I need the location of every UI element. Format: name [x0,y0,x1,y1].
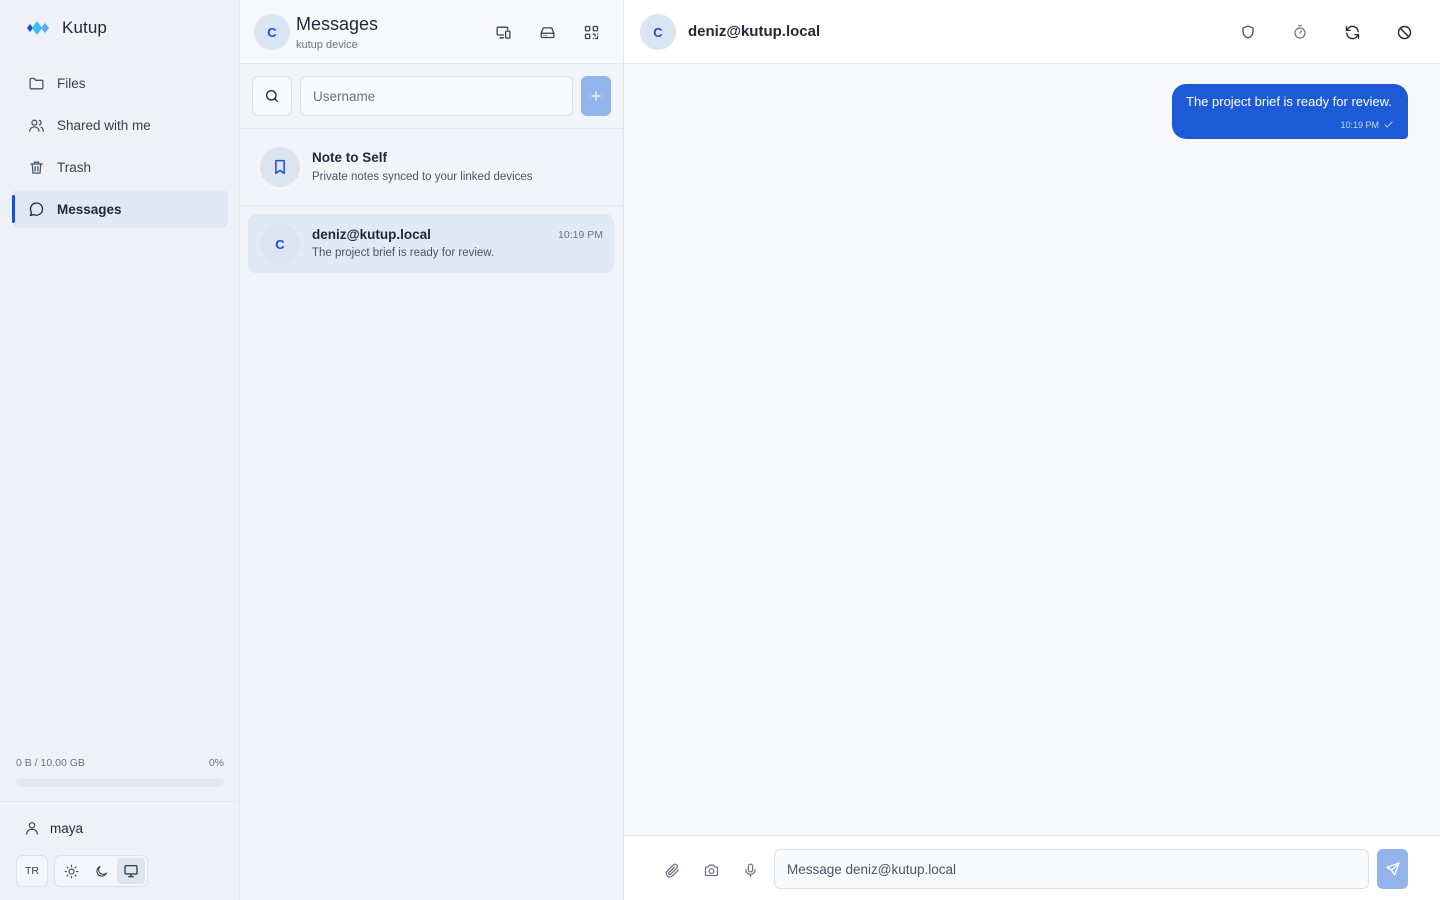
sidebar-divider [0,801,240,802]
storage-percent-label: 0% [208,757,224,769]
sidebar-item-label: Messages [57,201,122,217]
note-to-self-title: Note to Self [312,150,388,165]
message-time: 10:19 PM [1340,119,1379,130]
search-button[interactable] [252,76,292,116]
conversation-item[interactable]: C deniz@kutup.local The project brief is… [248,214,614,273]
user-search-bar [240,64,623,129]
storage-drive-button[interactable] [535,20,559,44]
sidebar-item-shared-with-me[interactable]: Shared with me [12,106,228,144]
brand[interactable]: Kutup [22,16,107,40]
search-icon [264,88,280,104]
send-icon [1385,861,1401,877]
send-button[interactable] [1377,849,1408,889]
verify-safety-button[interactable] [1236,20,1260,44]
note-to-self-avatar [260,147,300,187]
messages-header: C Messages kutup device [240,0,623,64]
sun-icon [64,864,79,879]
sidebar-item-messages[interactable]: Messages [12,190,228,228]
camera-icon [703,862,720,879]
users-icon [28,117,45,134]
bookmark-icon [271,158,289,176]
theme-switcher [54,855,148,887]
qr-code-icon [583,24,600,41]
note-to-self-item[interactable]: Note to Self Private notes synced to you… [240,129,623,206]
avatar[interactable]: C [254,14,290,50]
voice-message-button[interactable] [738,858,762,882]
start-conversation-button[interactable] [581,76,611,116]
moon-icon [94,864,109,879]
conversation-preview: The project brief is ready for review. [312,247,495,259]
timer-icon [1292,24,1308,40]
user-account[interactable]: maya [24,820,83,836]
shield-icon [1240,24,1256,40]
plus-icon [589,89,603,103]
devices-icon [495,24,512,41]
paperclip-icon [664,862,681,879]
conversation-name: deniz@kutup.local [312,227,431,242]
message-text: The project brief is ready for review. [1186,94,1392,109]
linked-devices-button[interactable] [491,20,515,44]
storage-usage: 0 B / 10.00 GB 0% [16,757,224,787]
block-user-button[interactable] [1392,20,1416,44]
language-toggle-button[interactable]: TR [16,855,48,887]
message-composer [624,835,1440,900]
storage-progress-bar [16,779,224,787]
sidebar-item-label: Shared with me [57,117,151,133]
theme-dark-button[interactable] [87,858,115,884]
user-name: maya [50,820,84,836]
check-icon [1383,119,1394,130]
block-icon [1396,24,1413,41]
chat-title: deniz@kutup.local [688,23,821,40]
outgoing-message-bubble[interactable]: The project brief is ready for review. 1… [1172,84,1408,139]
chat-header: C deniz@kutup.local [624,0,1440,64]
username-search-input[interactable] [300,76,573,116]
brand-name: Kutup [62,18,107,37]
refresh-icon [1344,24,1361,41]
trash-icon [28,159,45,176]
theme-light-button[interactable] [57,858,85,884]
qr-code-button[interactable] [579,20,603,44]
device-name: kutup device [296,39,358,51]
sidebar-item-files[interactable]: Files [12,64,228,102]
sidebar: Kutup Files Shared with me Trash Message… [0,0,240,900]
kutup-logo-icon [22,20,52,36]
chat-panel: C deniz@kutup.local The project brief is… [624,0,1440,900]
theme-system-button[interactable] [117,858,145,884]
user-icon [24,820,40,836]
conversation-time: 10:19 PM [558,229,603,241]
folder-icon [28,75,45,92]
conversation-list-panel: C Messages kutup device Username Note to… [240,0,624,900]
sidebar-item-trash[interactable]: Trash [12,148,228,186]
camera-button[interactable] [699,858,723,882]
drive-icon [539,24,556,41]
note-to-self-subtitle: Private notes synced to your linked devi… [312,171,533,183]
monitor-icon [123,863,139,879]
avatar[interactable]: C [640,14,676,50]
mic-icon [742,862,759,879]
refresh-button[interactable] [1340,20,1364,44]
storage-used-label: 0 B / 10.00 GB [16,757,85,769]
sidebar-item-label: Files [57,75,86,91]
attach-file-button[interactable] [660,858,684,882]
disappearing-messages-button[interactable] [1288,20,1312,44]
message-circle-icon [28,201,45,218]
message-input[interactable] [774,849,1369,889]
message-meta: 10:19 PM [1340,119,1394,130]
page-title: Messages [296,14,379,34]
avatar: C [260,224,300,264]
sidebar-item-label: Trash [57,159,92,175]
sidebar-nav: Files Shared with me Trash Messages [12,64,228,232]
